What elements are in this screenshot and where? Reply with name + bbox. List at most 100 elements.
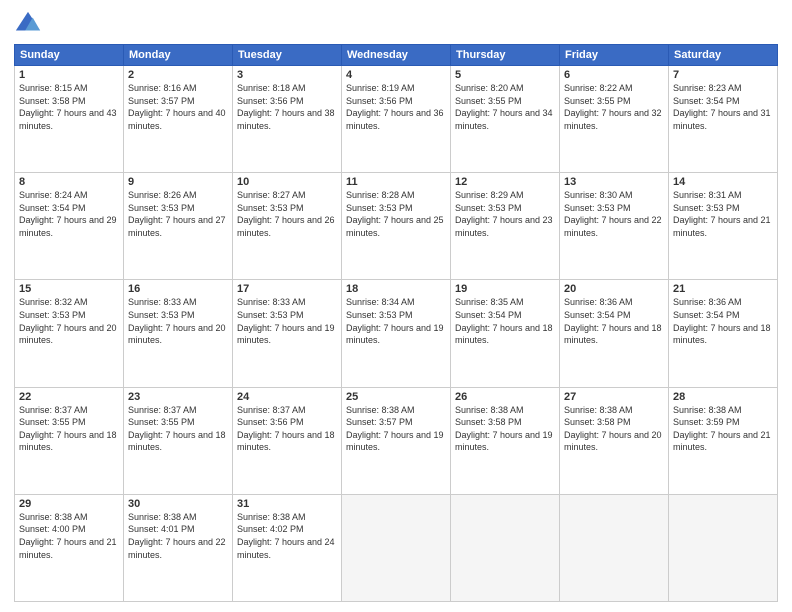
day-info: Sunrise: 8:37 AMSunset: 3:56 PMDaylight:… xyxy=(237,404,337,454)
day-info: Sunrise: 8:38 AMSunset: 3:57 PMDaylight:… xyxy=(346,404,446,454)
calendar-cell: 15Sunrise: 8:32 AMSunset: 3:53 PMDayligh… xyxy=(15,280,124,387)
day-info: Sunrise: 8:27 AMSunset: 3:53 PMDaylight:… xyxy=(237,189,337,239)
day-number: 9 xyxy=(128,176,228,188)
calendar-cell xyxy=(451,494,560,601)
logo xyxy=(14,10,46,38)
calendar-cell: 28Sunrise: 8:38 AMSunset: 3:59 PMDayligh… xyxy=(669,387,778,494)
calendar-cell: 27Sunrise: 8:38 AMSunset: 3:58 PMDayligh… xyxy=(560,387,669,494)
calendar-cell: 13Sunrise: 8:30 AMSunset: 3:53 PMDayligh… xyxy=(560,173,669,280)
day-info: Sunrise: 8:38 AMSunset: 3:59 PMDaylight:… xyxy=(673,404,773,454)
day-info: Sunrise: 8:38 AMSunset: 4:02 PMDaylight:… xyxy=(237,511,337,561)
day-info: Sunrise: 8:33 AMSunset: 3:53 PMDaylight:… xyxy=(128,296,228,346)
calendar-cell: 5Sunrise: 8:20 AMSunset: 3:55 PMDaylight… xyxy=(451,66,560,173)
day-info: Sunrise: 8:28 AMSunset: 3:53 PMDaylight:… xyxy=(346,189,446,239)
day-header: Sunday xyxy=(15,45,124,66)
day-info: Sunrise: 8:34 AMSunset: 3:53 PMDaylight:… xyxy=(346,296,446,346)
calendar-cell xyxy=(560,494,669,601)
calendar-cell: 24Sunrise: 8:37 AMSunset: 3:56 PMDayligh… xyxy=(233,387,342,494)
calendar-row: 29Sunrise: 8:38 AMSunset: 4:00 PMDayligh… xyxy=(15,494,778,601)
day-header: Saturday xyxy=(669,45,778,66)
day-info: Sunrise: 8:26 AMSunset: 3:53 PMDaylight:… xyxy=(128,189,228,239)
logo-icon xyxy=(14,10,42,38)
calendar-row: 22Sunrise: 8:37 AMSunset: 3:55 PMDayligh… xyxy=(15,387,778,494)
calendar-cell: 4Sunrise: 8:19 AMSunset: 3:56 PMDaylight… xyxy=(342,66,451,173)
day-info: Sunrise: 8:36 AMSunset: 3:54 PMDaylight:… xyxy=(564,296,664,346)
day-header: Monday xyxy=(124,45,233,66)
day-number: 18 xyxy=(346,283,446,295)
day-number: 13 xyxy=(564,176,664,188)
day-number: 26 xyxy=(455,391,555,403)
day-number: 7 xyxy=(673,69,773,81)
day-header: Thursday xyxy=(451,45,560,66)
day-info: Sunrise: 8:38 AMSunset: 3:58 PMDaylight:… xyxy=(564,404,664,454)
day-header: Tuesday xyxy=(233,45,342,66)
day-info: Sunrise: 8:18 AMSunset: 3:56 PMDaylight:… xyxy=(237,82,337,132)
calendar-cell: 22Sunrise: 8:37 AMSunset: 3:55 PMDayligh… xyxy=(15,387,124,494)
day-number: 28 xyxy=(673,391,773,403)
day-info: Sunrise: 8:37 AMSunset: 3:55 PMDaylight:… xyxy=(19,404,119,454)
calendar-cell: 12Sunrise: 8:29 AMSunset: 3:53 PMDayligh… xyxy=(451,173,560,280)
calendar-cell: 19Sunrise: 8:35 AMSunset: 3:54 PMDayligh… xyxy=(451,280,560,387)
day-number: 15 xyxy=(19,283,119,295)
day-number: 14 xyxy=(673,176,773,188)
day-number: 10 xyxy=(237,176,337,188)
day-number: 30 xyxy=(128,498,228,510)
day-number: 20 xyxy=(564,283,664,295)
day-info: Sunrise: 8:15 AMSunset: 3:58 PMDaylight:… xyxy=(19,82,119,132)
day-header: Wednesday xyxy=(342,45,451,66)
calendar-table: SundayMondayTuesdayWednesdayThursdayFrid… xyxy=(14,44,778,602)
header xyxy=(14,10,778,38)
day-info: Sunrise: 8:38 AMSunset: 3:58 PMDaylight:… xyxy=(455,404,555,454)
day-number: 23 xyxy=(128,391,228,403)
calendar-row: 15Sunrise: 8:32 AMSunset: 3:53 PMDayligh… xyxy=(15,280,778,387)
day-number: 24 xyxy=(237,391,337,403)
day-number: 11 xyxy=(346,176,446,188)
day-info: Sunrise: 8:31 AMSunset: 3:53 PMDaylight:… xyxy=(673,189,773,239)
day-number: 19 xyxy=(455,283,555,295)
day-info: Sunrise: 8:33 AMSunset: 3:53 PMDaylight:… xyxy=(237,296,337,346)
day-number: 5 xyxy=(455,69,555,81)
calendar-cell xyxy=(342,494,451,601)
calendar-cell: 23Sunrise: 8:37 AMSunset: 3:55 PMDayligh… xyxy=(124,387,233,494)
day-number: 4 xyxy=(346,69,446,81)
calendar-cell: 2Sunrise: 8:16 AMSunset: 3:57 PMDaylight… xyxy=(124,66,233,173)
calendar-cell: 20Sunrise: 8:36 AMSunset: 3:54 PMDayligh… xyxy=(560,280,669,387)
calendar-row: 8Sunrise: 8:24 AMSunset: 3:54 PMDaylight… xyxy=(15,173,778,280)
day-number: 17 xyxy=(237,283,337,295)
calendar-cell: 25Sunrise: 8:38 AMSunset: 3:57 PMDayligh… xyxy=(342,387,451,494)
calendar-cell: 18Sunrise: 8:34 AMSunset: 3:53 PMDayligh… xyxy=(342,280,451,387)
calendar-cell: 30Sunrise: 8:38 AMSunset: 4:01 PMDayligh… xyxy=(124,494,233,601)
day-info: Sunrise: 8:20 AMSunset: 3:55 PMDaylight:… xyxy=(455,82,555,132)
calendar-cell: 31Sunrise: 8:38 AMSunset: 4:02 PMDayligh… xyxy=(233,494,342,601)
day-number: 25 xyxy=(346,391,446,403)
calendar-cell: 21Sunrise: 8:36 AMSunset: 3:54 PMDayligh… xyxy=(669,280,778,387)
day-number: 6 xyxy=(564,69,664,81)
day-info: Sunrise: 8:35 AMSunset: 3:54 PMDaylight:… xyxy=(455,296,555,346)
calendar-cell: 9Sunrise: 8:26 AMSunset: 3:53 PMDaylight… xyxy=(124,173,233,280)
day-number: 12 xyxy=(455,176,555,188)
calendar-cell: 1Sunrise: 8:15 AMSunset: 3:58 PMDaylight… xyxy=(15,66,124,173)
day-number: 8 xyxy=(19,176,119,188)
day-info: Sunrise: 8:38 AMSunset: 4:01 PMDaylight:… xyxy=(128,511,228,561)
day-number: 2 xyxy=(128,69,228,81)
calendar-row: 1Sunrise: 8:15 AMSunset: 3:58 PMDaylight… xyxy=(15,66,778,173)
calendar-cell: 8Sunrise: 8:24 AMSunset: 3:54 PMDaylight… xyxy=(15,173,124,280)
day-info: Sunrise: 8:22 AMSunset: 3:55 PMDaylight:… xyxy=(564,82,664,132)
day-number: 21 xyxy=(673,283,773,295)
day-info: Sunrise: 8:19 AMSunset: 3:56 PMDaylight:… xyxy=(346,82,446,132)
day-number: 27 xyxy=(564,391,664,403)
calendar-cell: 7Sunrise: 8:23 AMSunset: 3:54 PMDaylight… xyxy=(669,66,778,173)
day-info: Sunrise: 8:30 AMSunset: 3:53 PMDaylight:… xyxy=(564,189,664,239)
calendar-cell: 11Sunrise: 8:28 AMSunset: 3:53 PMDayligh… xyxy=(342,173,451,280)
day-info: Sunrise: 8:24 AMSunset: 3:54 PMDaylight:… xyxy=(19,189,119,239)
day-number: 16 xyxy=(128,283,228,295)
calendar-cell: 29Sunrise: 8:38 AMSunset: 4:00 PMDayligh… xyxy=(15,494,124,601)
page: SundayMondayTuesdayWednesdayThursdayFrid… xyxy=(0,0,792,612)
calendar-cell: 3Sunrise: 8:18 AMSunset: 3:56 PMDaylight… xyxy=(233,66,342,173)
day-number: 22 xyxy=(19,391,119,403)
calendar-cell: 10Sunrise: 8:27 AMSunset: 3:53 PMDayligh… xyxy=(233,173,342,280)
calendar-cell: 17Sunrise: 8:33 AMSunset: 3:53 PMDayligh… xyxy=(233,280,342,387)
day-info: Sunrise: 8:23 AMSunset: 3:54 PMDaylight:… xyxy=(673,82,773,132)
day-number: 3 xyxy=(237,69,337,81)
calendar-cell: 14Sunrise: 8:31 AMSunset: 3:53 PMDayligh… xyxy=(669,173,778,280)
